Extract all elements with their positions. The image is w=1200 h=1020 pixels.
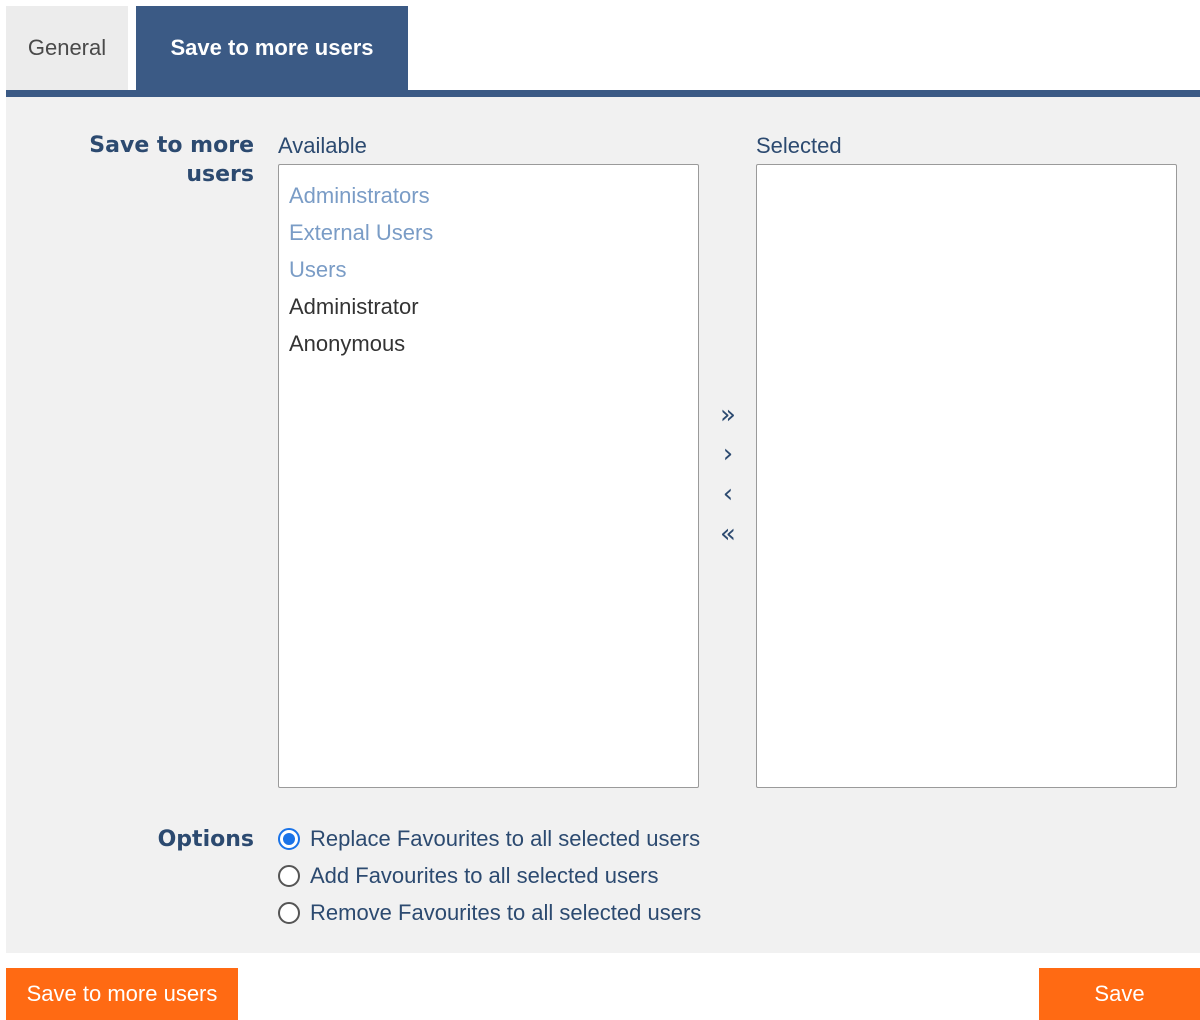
tab-bar: General Save to more users	[0, 0, 1200, 97]
option-add-label: Add Favourites to all selected users	[310, 863, 659, 888]
selected-listbox[interactable]	[756, 164, 1177, 788]
options-label: Options	[157, 827, 254, 852]
list-item-users[interactable]: Users	[289, 251, 698, 288]
radio-unchecked-icon[interactable]	[278, 865, 300, 887]
save-to-more-users-button[interactable]: Save to more users	[6, 968, 238, 1020]
remove-selected-icon[interactable]: ‹	[710, 476, 746, 512]
remove-all-icon[interactable]: «	[710, 516, 746, 552]
radio-checked-icon[interactable]	[278, 828, 300, 850]
list-item-anonymous[interactable]: Anonymous	[289, 325, 698, 362]
option-replace-label: Replace Favourites to all selected users	[310, 826, 701, 851]
option-remove-favourites[interactable]: Remove Favourites to all selected users	[278, 898, 701, 928]
available-listbox[interactable]: Administrators External Users Users Admi…	[278, 164, 699, 788]
add-all-icon[interactable]: »	[710, 397, 746, 433]
list-item-external-users[interactable]: External Users	[289, 214, 698, 251]
option-add-favourites[interactable]: Add Favourites to all selected users	[278, 861, 659, 891]
option-remove-label: Remove Favourites to all selected users	[310, 900, 702, 925]
tab-save-to-more-users[interactable]: Save to more users	[136, 6, 408, 90]
radio-unchecked-icon[interactable]	[278, 902, 300, 924]
list-item-administrator[interactable]: Administrator	[289, 288, 698, 325]
list-item-administrators[interactable]: Administrators	[289, 177, 698, 214]
available-label: Available	[278, 133, 367, 158]
save-to-more-users-label: Save to more users	[89, 133, 254, 187]
tab-underline	[6, 90, 1200, 97]
tab-general[interactable]: General	[6, 6, 128, 90]
add-selected-icon[interactable]: ›	[710, 436, 746, 472]
selected-label: Selected	[756, 133, 842, 158]
option-replace-favourites[interactable]: Replace Favourites to all selected users	[278, 824, 700, 854]
save-button[interactable]: Save	[1039, 968, 1200, 1020]
